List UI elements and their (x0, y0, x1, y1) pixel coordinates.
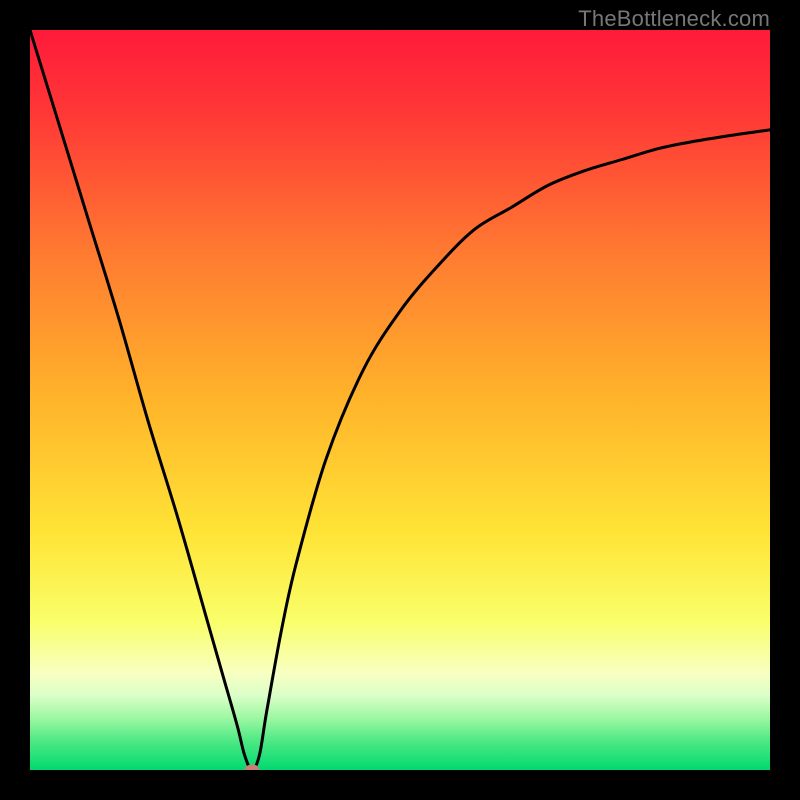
watermark-text: TheBottleneck.com (578, 6, 770, 32)
chart-frame: TheBottleneck.com (0, 0, 800, 800)
optimal-point-marker (245, 765, 260, 771)
plot-area (30, 30, 770, 770)
bottleneck-curve (30, 30, 770, 770)
curve-layer (30, 30, 770, 770)
